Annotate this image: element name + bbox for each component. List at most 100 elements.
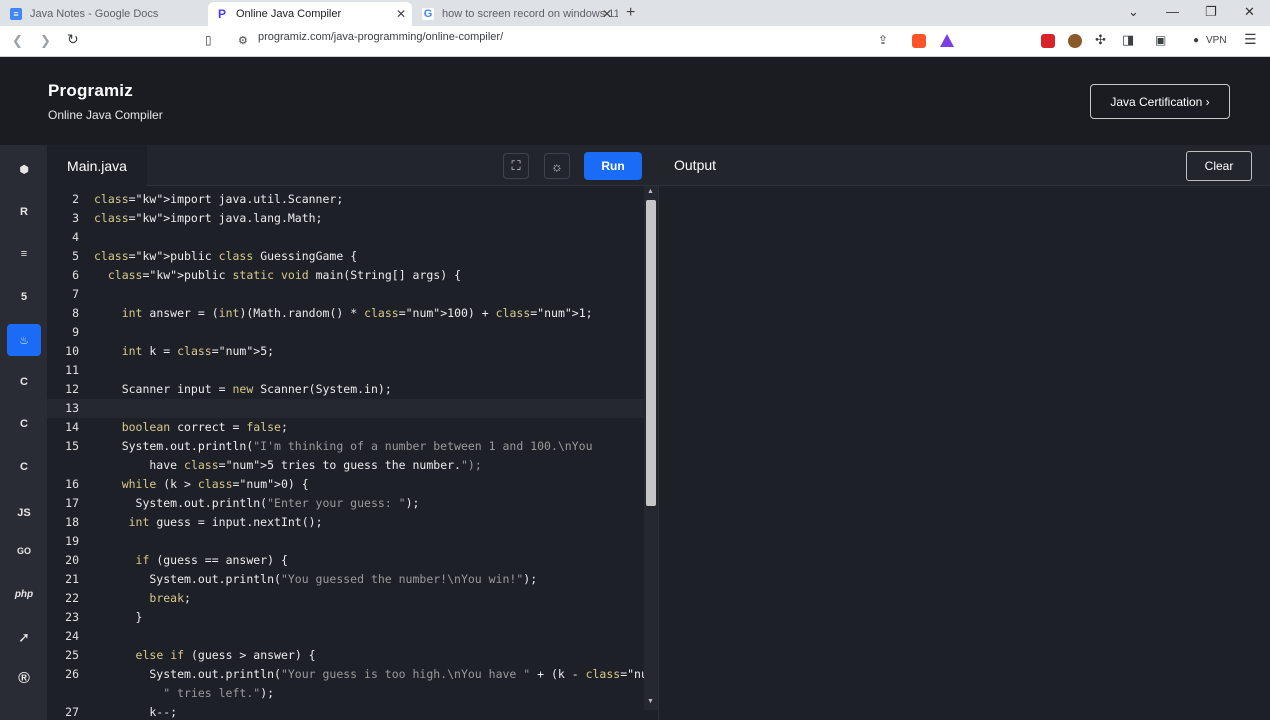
run-button[interactable]: Run (584, 152, 642, 180)
line-number: 25 (65, 648, 79, 662)
code-editor[interactable]: 2 class="kw">import java.util.Scanner; 3 cl… (47, 186, 644, 720)
line-number: 16 (65, 477, 79, 491)
code-line[interactable]: 23 } (47, 608, 644, 627)
code-line[interactable]: 3 class="kw">import java.lang.Math; (47, 209, 644, 228)
extension-red-icon[interactable] (1041, 34, 1055, 48)
code-line[interactable]: 12 Scanner input = new Scanner(System.in… (47, 380, 644, 399)
file-tab-main-java[interactable]: Main.java (47, 145, 147, 186)
fullscreen-icon[interactable]: ⛶ (503, 153, 529, 179)
vpn-status-icon: ● (1193, 35, 1200, 46)
code-text: else if (guess > answer) { (135, 648, 316, 662)
r-icon[interactable]: R (7, 196, 41, 228)
html-icon[interactable]: 5 (7, 281, 41, 313)
code-line[interactable]: 2 class="kw">import java.util.Scanner; (47, 190, 644, 209)
tab-search-icon[interactable]: ⌄ (1128, 4, 1139, 20)
scroll-up-icon[interactable]: ▲ (647, 188, 654, 195)
code-line[interactable]: 5 class="kw">public class GuessingGame { (47, 247, 644, 266)
code-text: boolean correct = false; (121, 420, 288, 434)
code-line[interactable]: 13 (47, 399, 644, 418)
code-line[interactable]: 19 (47, 532, 644, 551)
forward-icon[interactable]: ❯ (40, 33, 51, 49)
python-icon[interactable]: ⬢ (7, 153, 41, 185)
code-line[interactable]: 22 break; (47, 589, 644, 608)
close-tab-icon[interactable]: ✕ (396, 7, 406, 21)
sidebar-toggle-icon[interactable]: ◨ (1122, 32, 1134, 48)
code-line[interactable]: 17 System.out.println("Enter your guess:… (47, 494, 644, 513)
output-console[interactable] (658, 186, 1270, 720)
line-number: 4 (72, 230, 79, 244)
cpp-icon[interactable]: C (7, 408, 41, 440)
browser-tab-google-docs[interactable]: ≡ Java Notes - Google Docs (2, 2, 206, 26)
cookie-extension-icon[interactable] (1068, 34, 1082, 48)
browser-tab-google-search[interactable]: G how to screen record on windows 11 ✕ (414, 2, 618, 26)
code-text: System.out.println("Enter your guess: ")… (94, 496, 420, 510)
vpn-button[interactable]: VPN (1206, 35, 1227, 46)
google-icon: G (422, 8, 434, 20)
reload-icon[interactable]: ↻ (67, 31, 79, 48)
new-tab-button[interactable]: + (626, 4, 635, 22)
tab-title: Online Java Compiler (236, 8, 342, 20)
wallet-icon[interactable]: ▣ (1155, 33, 1166, 47)
extensions-puzzle-icon[interactable]: ✣ (1095, 32, 1106, 48)
code-line[interactable]: 18 int guess = input.nextInt(); (47, 513, 644, 532)
code-line[interactable]: 21 System.out.println("You guessed the n… (47, 570, 644, 589)
scroll-down-icon[interactable]: ▼ (647, 698, 654, 705)
restore-icon[interactable]: ❐ (1205, 4, 1217, 20)
code-text: " tries left."); (163, 686, 275, 700)
sql-icon[interactable]: ≡ (7, 238, 41, 270)
brave-shield-icon[interactable] (912, 34, 926, 48)
code-line[interactable]: 24 (47, 627, 644, 646)
swift-icon[interactable]: ➚ (7, 621, 41, 653)
share-icon[interactable]: ⇪ (878, 33, 888, 47)
close-window-icon[interactable]: ✕ (1244, 4, 1255, 20)
code-line[interactable]: have class="num">5 tries to guess the nu… (47, 456, 644, 475)
bookmark-icon[interactable]: ▯ (205, 33, 212, 47)
code-line[interactable]: 4 (47, 228, 644, 247)
code-line[interactable]: 26 System.out.println("Your guess is too… (47, 665, 644, 684)
browser-menu-icon[interactable]: ☰ (1244, 31, 1257, 48)
code-line[interactable]: 14 boolean correct = false; (47, 418, 644, 437)
code-line[interactable]: 7 (47, 285, 644, 304)
theme-toggle-icon[interactable]: ☼ (544, 153, 570, 179)
line-number: 10 (65, 344, 79, 358)
go-icon[interactable]: GO (7, 535, 41, 567)
address-bar-url[interactable]: programiz.com/java-programming/online-co… (258, 31, 503, 43)
editor-scrollbar-thumb[interactable] (646, 200, 656, 506)
code-line[interactable]: 6 class="kw">public static void main(Str… (47, 266, 644, 285)
line-number: 20 (65, 553, 79, 567)
code-line[interactable]: 25 else if (guess > answer) { (47, 646, 644, 665)
site-info-icon[interactable]: ⚙ (238, 34, 248, 47)
code-line[interactable]: 10 int k = class="num">5; (47, 342, 644, 361)
php-icon[interactable]: php (7, 578, 41, 610)
js-icon[interactable]: JS (7, 497, 41, 529)
line-number: 13 (65, 401, 79, 415)
code-line[interactable]: 16 while (k > class="num">0) { (47, 475, 644, 494)
code-line[interactable]: 15 System.out.println("I'm thinking of a… (47, 437, 644, 456)
code-line[interactable]: 9 (47, 323, 644, 342)
java-certification-button[interactable]: Java Certification › (1090, 84, 1230, 119)
line-number: 17 (65, 496, 79, 510)
close-tab-icon[interactable]: ✕ (602, 7, 612, 21)
line-number: 23 (65, 610, 79, 624)
java-icon[interactable]: ♨ (7, 324, 41, 356)
back-icon[interactable]: ❮ (12, 33, 23, 49)
code-line[interactable]: 20 if (guess == answer) { (47, 551, 644, 570)
code-text: int guess = input.nextInt(); (128, 515, 323, 529)
line-number: 11 (65, 363, 79, 377)
line-number: 27 (65, 705, 79, 719)
rust-icon[interactable]: ® (7, 663, 41, 695)
line-number: 6 (72, 268, 79, 282)
browser-tab-online-java-compiler[interactable]: P Online Java Compiler ✕ (208, 2, 412, 26)
clear-button[interactable]: Clear (1186, 151, 1252, 181)
code-line[interactable]: " tries left."); (47, 684, 644, 703)
line-number: 21 (65, 572, 79, 586)
programiz-logo[interactable]: Programiz (48, 81, 133, 101)
code-line[interactable]: 8 int answer = (int)(Math.random() * cla… (47, 304, 644, 323)
c-icon[interactable]: C (7, 366, 41, 398)
code-line[interactable]: 27 k--; (47, 703, 644, 720)
csharp-icon[interactable]: C (7, 451, 41, 483)
minimize-icon[interactable]: — (1166, 4, 1179, 19)
code-text: k--; (94, 705, 178, 719)
brave-rewards-icon[interactable] (940, 34, 954, 47)
code-line[interactable]: 11 (47, 361, 644, 380)
